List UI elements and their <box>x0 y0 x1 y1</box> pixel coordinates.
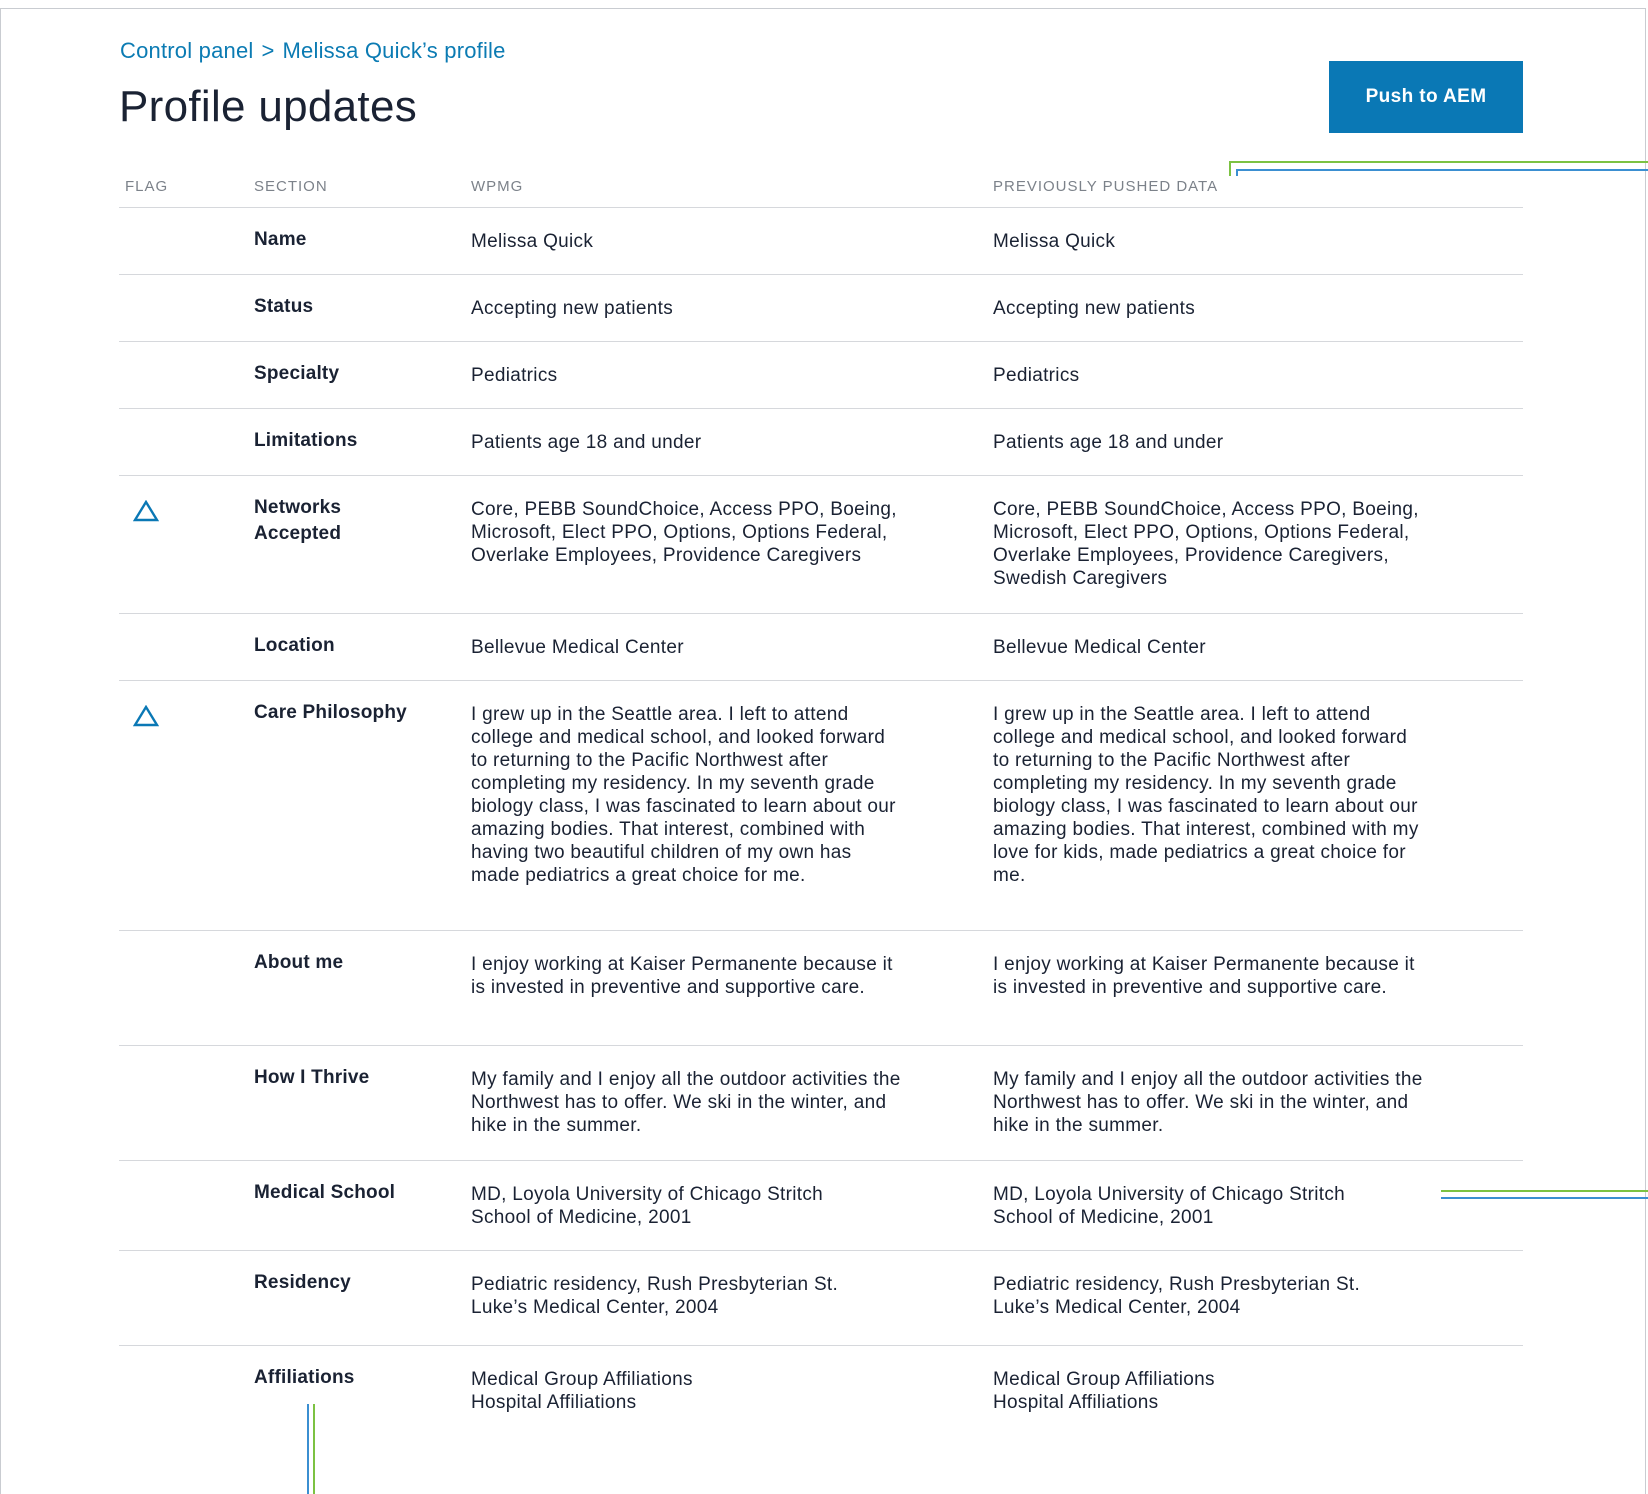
guide-line-blue-top <box>1236 169 1648 176</box>
annotation-guide-lines <box>307 161 1648 1494</box>
